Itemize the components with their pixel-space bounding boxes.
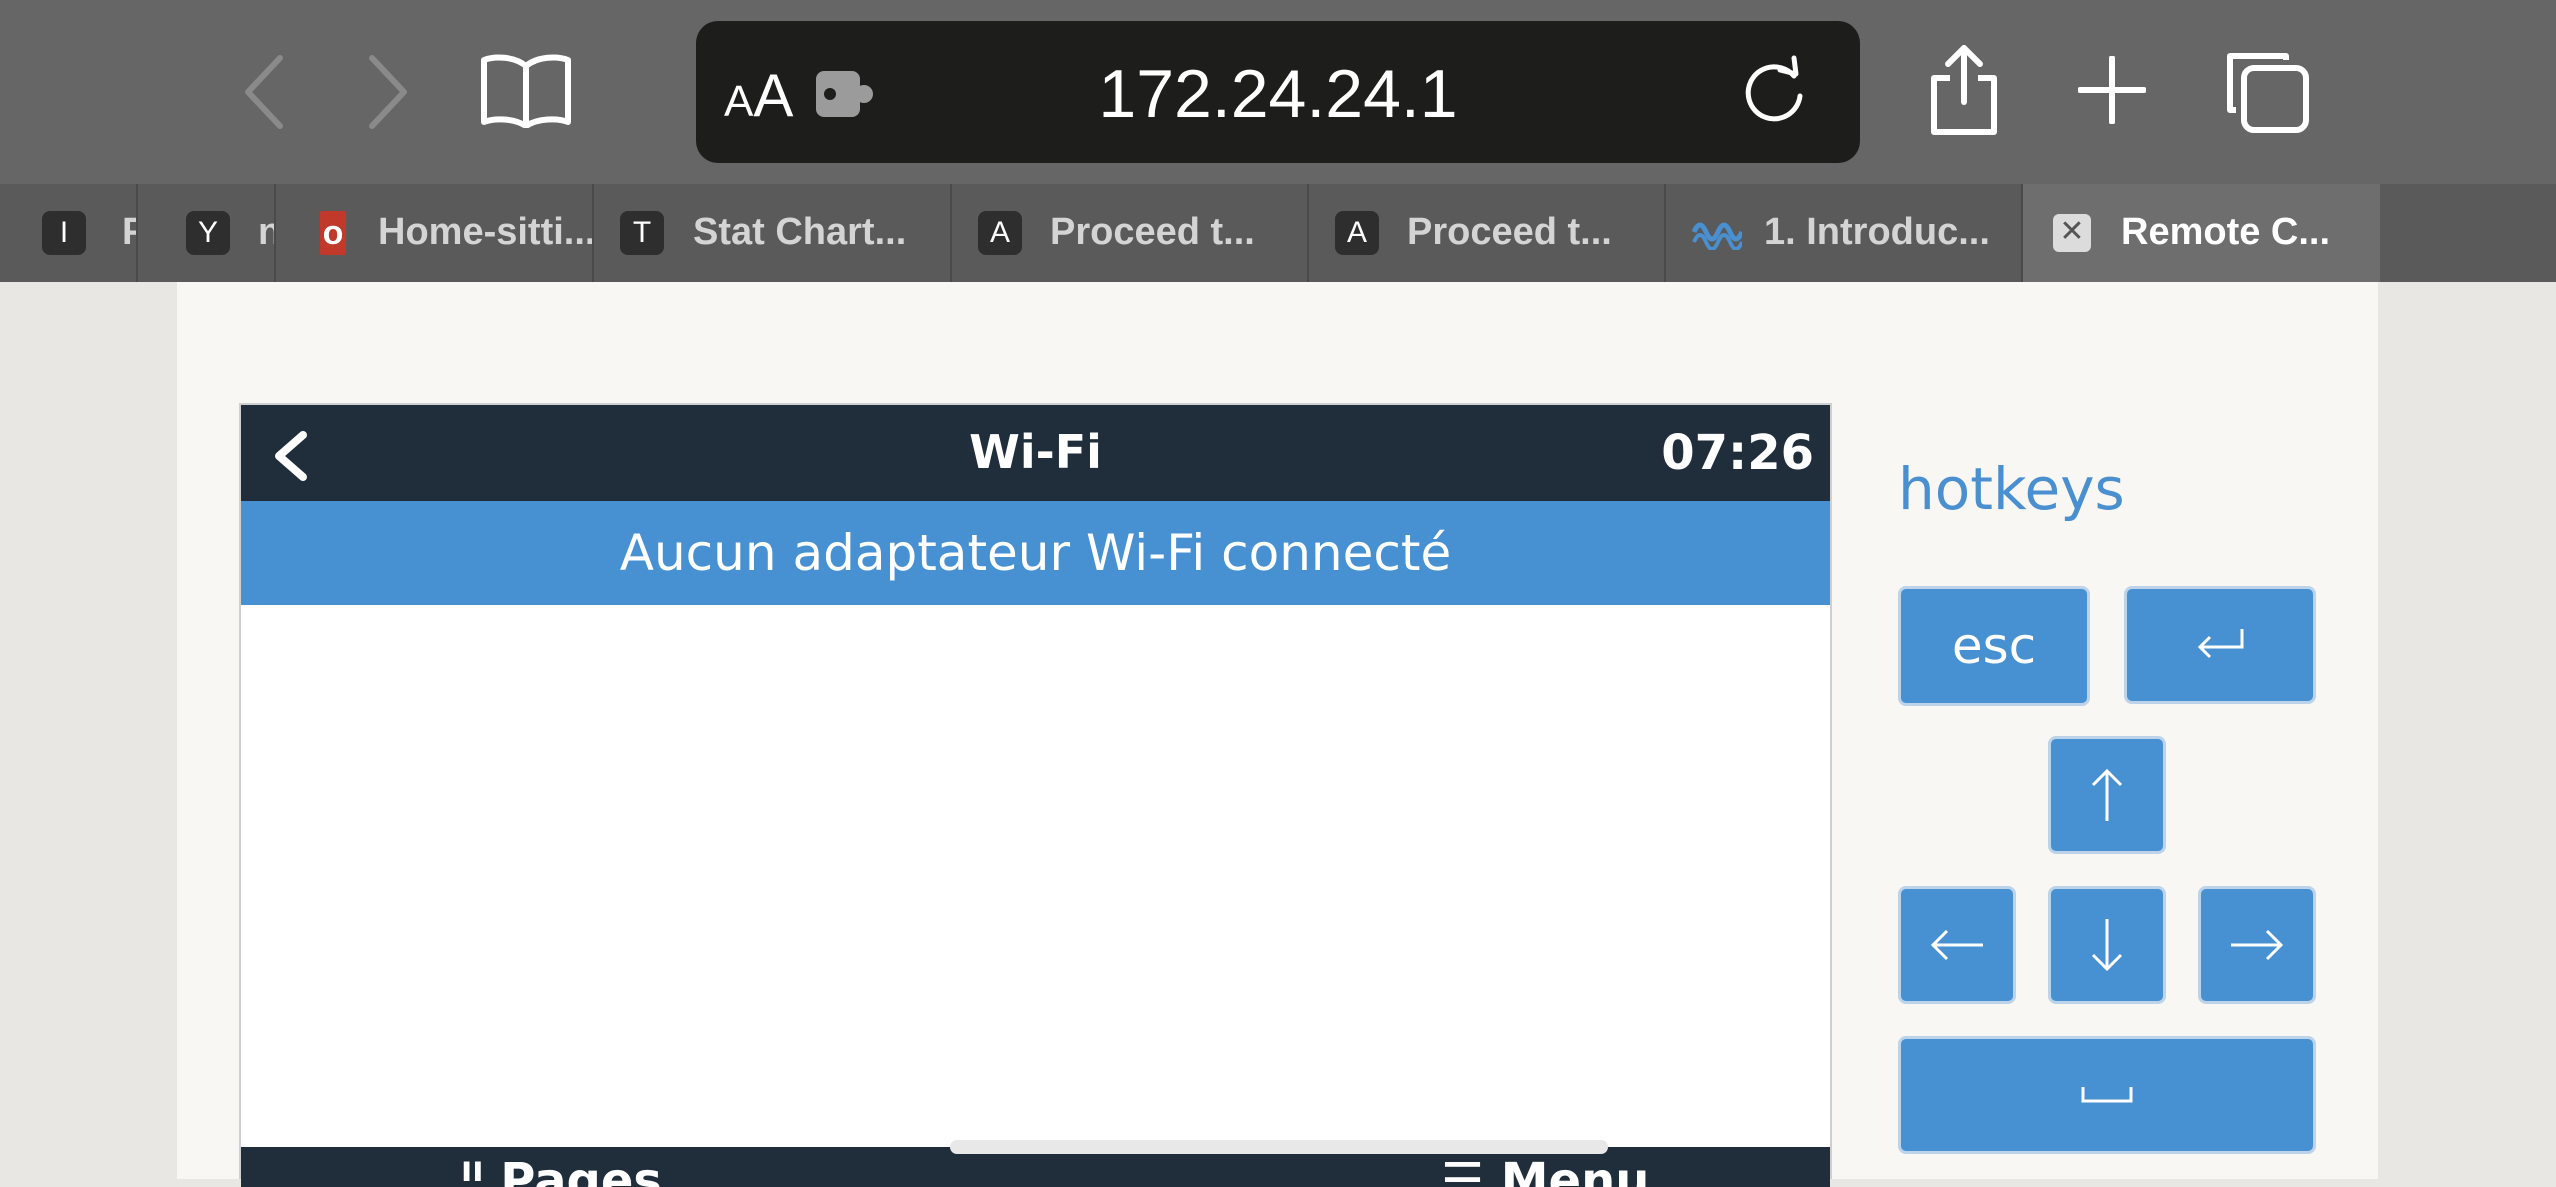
tab-remote-console[interactable]: ✕ Remote C... [2023,184,2380,282]
address-bar[interactable]: AA 172.24.24.1 [696,21,1860,163]
tab-label: P [122,211,136,254]
tab-label: n [258,211,274,254]
screen-title: Wi-Fi [969,425,1102,479]
tab-favicon: T [620,211,664,255]
reload-button[interactable] [1744,54,1808,130]
tab-favicon: I [42,211,86,255]
arrow-up-icon [2091,768,2123,821]
tab-7[interactable]: 1. Introduc... [1666,184,2023,282]
esc-key[interactable]: esc [1898,586,2090,706]
menu-button[interactable]: ☰ Menu [1441,1153,1649,1187]
tab-label: 1. Introduc... [1764,211,1990,253]
space-icon [2081,1087,2133,1103]
close-tab-icon[interactable]: ✕ [2053,214,2091,252]
remote-console-screen[interactable]: Wi-Fi 07:26 Aucun adaptateur Wi-Fi conne… [239,403,1832,1187]
tab-favicon: Y [186,211,230,255]
browser-toolbar: AA 172.24.24.1 [0,0,2556,184]
up-arrow-key[interactable] [2048,736,2166,854]
chevron-right-icon [369,55,407,129]
plus-icon [2077,55,2147,125]
wifi-status-notice: Aucun adaptateur Wi-Fi connecté [241,501,1830,605]
tab-1[interactable]: I P [0,184,138,282]
space-key[interactable] [1898,1036,2316,1154]
screen-clock: 07:26 [1661,425,1814,481]
tab-5[interactable]: A Proceed t... [952,184,1309,282]
tab-label: Proceed t... [1407,211,1612,253]
book-icon [481,54,571,129]
tab-6[interactable]: A Proceed t... [1309,184,1666,282]
pages-button[interactable]: ᴵᴵ Pages [461,1153,662,1187]
hotkeys-title: hotkeys [1898,455,2125,523]
left-arrow-key[interactable] [1898,886,2016,1004]
wave-favicon-icon [1691,214,1745,260]
url-text: 172.24.24.1 [1098,56,1458,132]
tab-favicon: A [1335,211,1379,255]
tab-4[interactable]: T Stat Chart... [594,184,952,282]
tab-3[interactable]: o Home-sitti... [276,184,594,282]
share-button[interactable] [1926,42,2002,142]
tab-favicon: A [978,211,1022,255]
tab-label: Remote C... [2121,211,2331,253]
chevron-left-icon [245,55,283,129]
tab-overview-button[interactable] [2224,50,2310,138]
scroll-indicator [950,1140,1608,1154]
tab-bar: I P Y n o Home-sitti... T Stat Chart... … [0,184,2556,282]
enter-icon [2197,629,2244,659]
tab-2[interactable]: Y n [138,184,276,282]
reload-icon [1745,55,1803,122]
tab-label: Stat Chart... [693,211,907,253]
tab-label: Proceed t... [1050,211,1255,253]
arrow-left-icon [1930,929,1983,961]
bookmarks-button[interactable] [480,52,572,132]
enter-key[interactable] [2124,586,2316,704]
tabs-icon [2227,53,2309,133]
share-icon [1931,45,1997,135]
tab-label: Home-sitti... [378,211,594,253]
right-arrow-key[interactable] [2198,886,2316,1004]
forward-button[interactable] [364,50,414,138]
arrow-right-icon [2231,929,2284,961]
arrow-down-icon [2091,919,2123,972]
down-arrow-key[interactable] [2048,886,2166,1004]
back-button[interactable] [238,50,288,138]
new-tab-button[interactable] [2077,55,2147,128]
tab-favicon: o [320,211,346,255]
screen-header: Wi-Fi 07:26 [241,405,1830,501]
